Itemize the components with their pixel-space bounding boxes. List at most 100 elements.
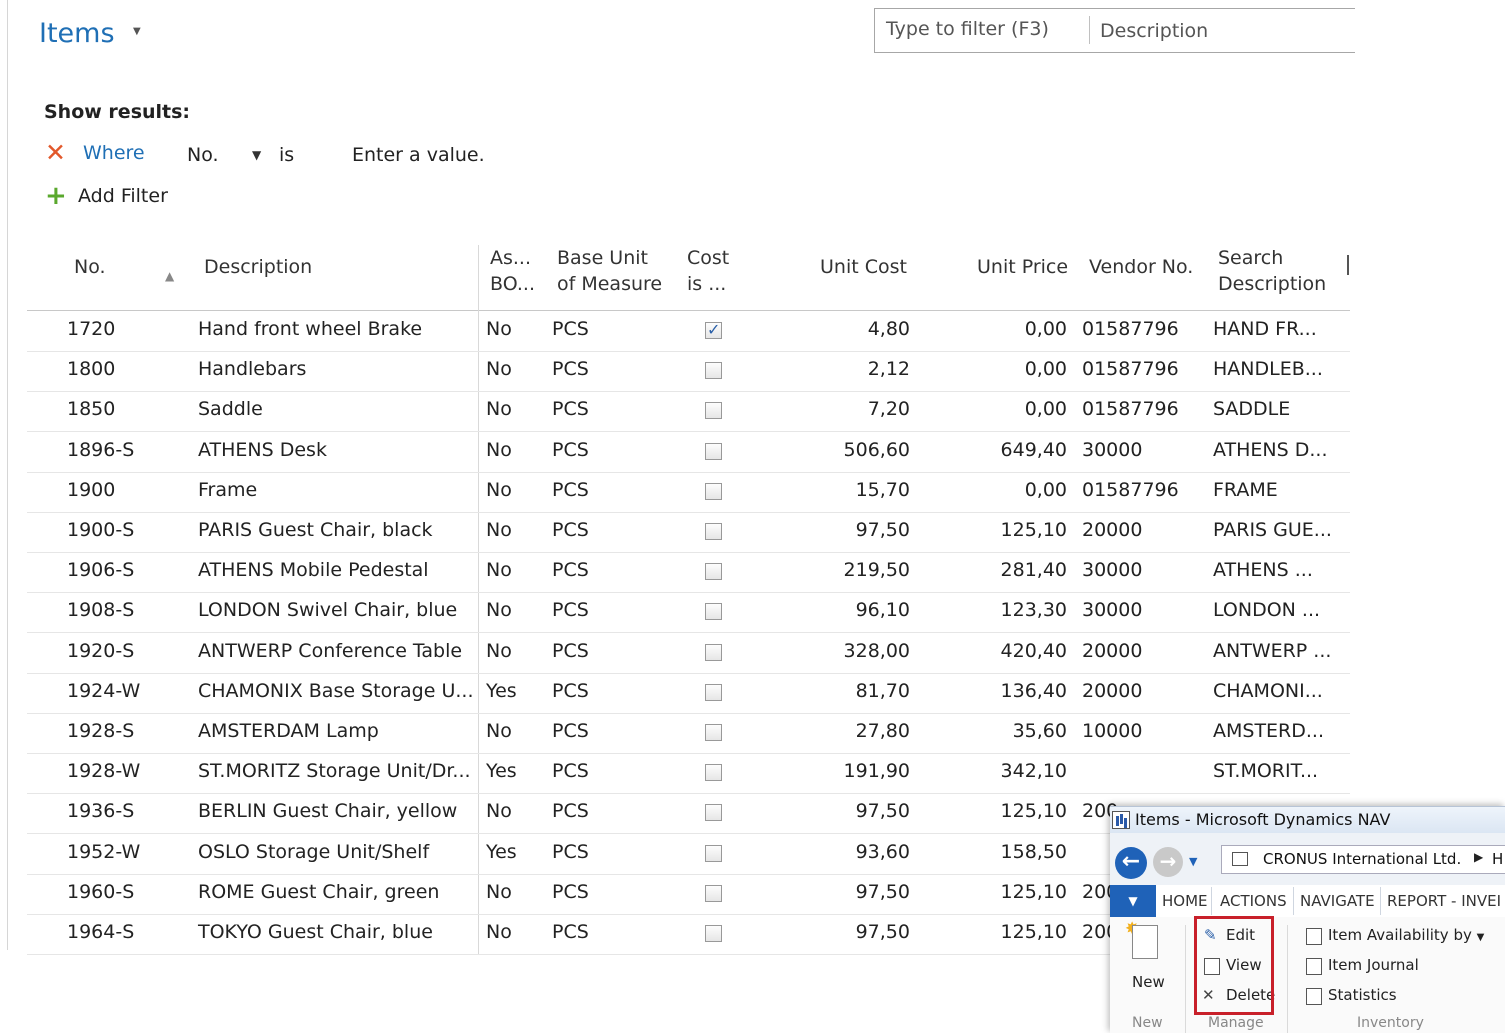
cell-search-description[interactable]: HANDLEB... [1213,358,1323,380]
cell-description[interactable]: TOKYO Guest Chair, blue [198,921,433,943]
add-filter-button[interactable]: Add Filter [78,185,168,207]
cell-no[interactable]: 1936-S [67,800,134,822]
cell-unit-price[interactable]: 125,10 [1001,881,1067,903]
cell-unit-cost[interactable]: 328,00 [844,640,910,662]
table-row[interactable]: 1928-W ST.MORITZ Storage Unit/Dr... Yes PCS… [27,753,1350,795]
chevron-down-icon[interactable]: ▼ [133,26,141,37]
cell-unit-cost[interactable]: 191,90 [844,760,910,782]
cell-search-description[interactable]: ANTWERP ... [1213,640,1331,662]
cell-unit-cost[interactable]: 97,50 [856,921,910,943]
cell-search-description[interactable]: PARIS GUE... [1213,519,1332,541]
cell-unit-cost[interactable]: 93,60 [856,841,910,863]
checkbox-icon[interactable] [705,482,722,500]
checkbox-icon[interactable] [705,683,722,701]
cell-description[interactable]: ST.MORITZ Storage Unit/Dr... [198,760,471,782]
cell-unit-cost[interactable]: 7,20 [868,398,910,420]
cell-unit-cost[interactable]: 96,10 [856,599,910,621]
cell-assembly-bom[interactable]: No [486,921,512,943]
cell-unit-cost[interactable]: 27,80 [856,720,910,742]
cell-description[interactable]: LONDON Swivel Chair, blue [198,599,457,621]
table-row[interactable]: 1800 Handlebars No PCS 2,12 0,00 01587796 HANDL… [27,351,1350,393]
cell-assembly-bom[interactable]: No [486,358,512,380]
cell-assembly-bom[interactable]: No [486,398,512,420]
cell-unit-price[interactable]: 35,60 [1013,720,1067,742]
checkbox-icon[interactable] [705,320,722,339]
nav-window[interactable]: Items - Microsoft Dynamics NAV ← → ▼ CRO… [1110,806,1505,1033]
cell-unit-cost[interactable]: 81,70 [856,680,910,702]
cell-base-uom[interactable]: PCS [552,921,589,943]
cell-base-uom[interactable]: PCS [552,841,589,863]
item-availability-button[interactable]: Item Availability by ▼ [1328,926,1484,944]
cell-unit-price[interactable]: 342,10 [1001,760,1067,782]
table-row[interactable]: 1906-S ATHENS Mobile Pedestal No PCS 219,50 2… [27,552,1350,594]
cell-vendor-no[interactable]: 30000 [1082,599,1142,621]
column-header-base-uom[interactable]: Base Unit of Measure [557,245,662,297]
cell-search-description[interactable]: ST.MORIT... [1213,760,1318,782]
column-header-assembly-bom[interactable]: As... BO... [490,245,535,297]
cell-search-description[interactable]: LONDON ... [1213,599,1320,621]
cell-no[interactable]: 1906-S [67,559,134,581]
new-button[interactable]: New [1132,973,1165,991]
nav-title-bar[interactable]: Items - Microsoft Dynamics NAV [1110,807,1505,833]
cell-unit-price[interactable]: 420,40 [1001,640,1067,662]
cell-vendor-no[interactable]: 30000 [1082,559,1142,581]
company-name[interactable]: CRONUS International Ltd. [1263,850,1461,868]
cell-search-description[interactable]: ATHENS D... [1213,439,1327,461]
filter-value-input[interactable]: Enter a value. [352,144,485,166]
cell-unit-price[interactable]: 125,10 [1001,519,1067,541]
forward-arrow-icon[interactable]: → [1153,847,1183,877]
cell-vendor-no[interactable]: 10000 [1082,720,1142,742]
cell-unit-price[interactable]: 158,50 [1001,841,1067,863]
table-row[interactable]: 1928-S AMSTERDAM Lamp No PCS 27,80 35,60 10000… [27,713,1350,754]
cell-search-description[interactable]: CHAMONI... [1213,680,1323,702]
cell-no[interactable]: 1964-S [67,921,134,943]
cell-unit-cost[interactable]: 4,80 [868,318,910,340]
checkbox-icon[interactable] [705,884,722,902]
cell-base-uom[interactable]: PCS [552,760,589,782]
cell-base-uom[interactable]: PCS [552,519,589,541]
statistics-button[interactable]: Statistics [1328,986,1397,1004]
cell-base-uom[interactable]: PCS [552,720,589,742]
table-row[interactable]: 1908-S LONDON Swivel Chair, blue No PCS 96,1… [27,592,1350,634]
chevron-down-icon[interactable]: ▼ [252,148,261,162]
cell-base-uom[interactable]: PCS [552,800,589,822]
checkbox-icon[interactable] [705,844,722,862]
where-link[interactable]: Where [83,142,145,164]
cell-assembly-bom[interactable]: No [486,800,512,822]
cell-vendor-no[interactable]: 20000 [1082,519,1142,541]
chevron-down-icon[interactable]: ▼ [1189,855,1197,868]
checkbox-icon[interactable] [705,925,722,942]
cell-no[interactable]: 1920-S [67,640,134,662]
filter-input[interactable]: Type to filter (F3) [886,18,1049,40]
cell-unit-price[interactable]: 0,00 [1025,358,1067,380]
cell-no[interactable]: 1928-W [67,760,140,782]
checkbox-icon[interactable] [705,563,722,581]
cell-search-description[interactable]: AMSTERD... [1213,720,1324,742]
tab-navigate[interactable]: NAVIGATE [1300,892,1375,910]
cell-assembly-bom[interactable]: No [486,519,512,541]
address-segment[interactable]: H [1492,850,1503,868]
cell-unit-price[interactable]: 649,40 [1001,439,1067,461]
cell-description[interactable]: Saddle [198,398,263,420]
cell-unit-price[interactable]: 123,30 [1001,599,1067,621]
table-row[interactable]: 1924-W CHAMONIX Base Storage U... Yes PCS 81… [27,673,1350,714]
plus-icon[interactable]: + [45,183,67,209]
cell-assembly-bom[interactable]: No [486,640,512,662]
cell-base-uom[interactable]: PCS [552,680,589,702]
cell-description[interactable]: ATHENS Desk [198,439,327,461]
cell-base-uom[interactable]: PCS [552,599,589,621]
table-row[interactable]: 1850 Saddle No PCS 7,20 0,00 01587796 SADDLE [27,391,1350,433]
address-field[interactable]: CRONUS International Ltd. ▶ H [1221,845,1505,874]
cell-unit-cost[interactable]: 219,50 [844,559,910,581]
cell-unit-price[interactable]: 0,00 [1025,398,1067,420]
cell-assembly-bom[interactable]: No [486,720,512,742]
cell-base-uom[interactable]: PCS [552,358,589,380]
cell-assembly-bom[interactable]: No [486,318,512,340]
cell-assembly-bom[interactable]: No [486,599,512,621]
cell-no[interactable]: 1850 [67,398,115,420]
table-row[interactable]: 1920-S ANTWERP Conference Table No PCS 328,0… [27,633,1350,674]
cell-description[interactable]: Handlebars [198,358,306,380]
cell-assembly-bom[interactable]: Yes [486,680,517,702]
checkbox-icon[interactable] [705,523,722,540]
cell-assembly-bom[interactable]: Yes [486,760,517,782]
